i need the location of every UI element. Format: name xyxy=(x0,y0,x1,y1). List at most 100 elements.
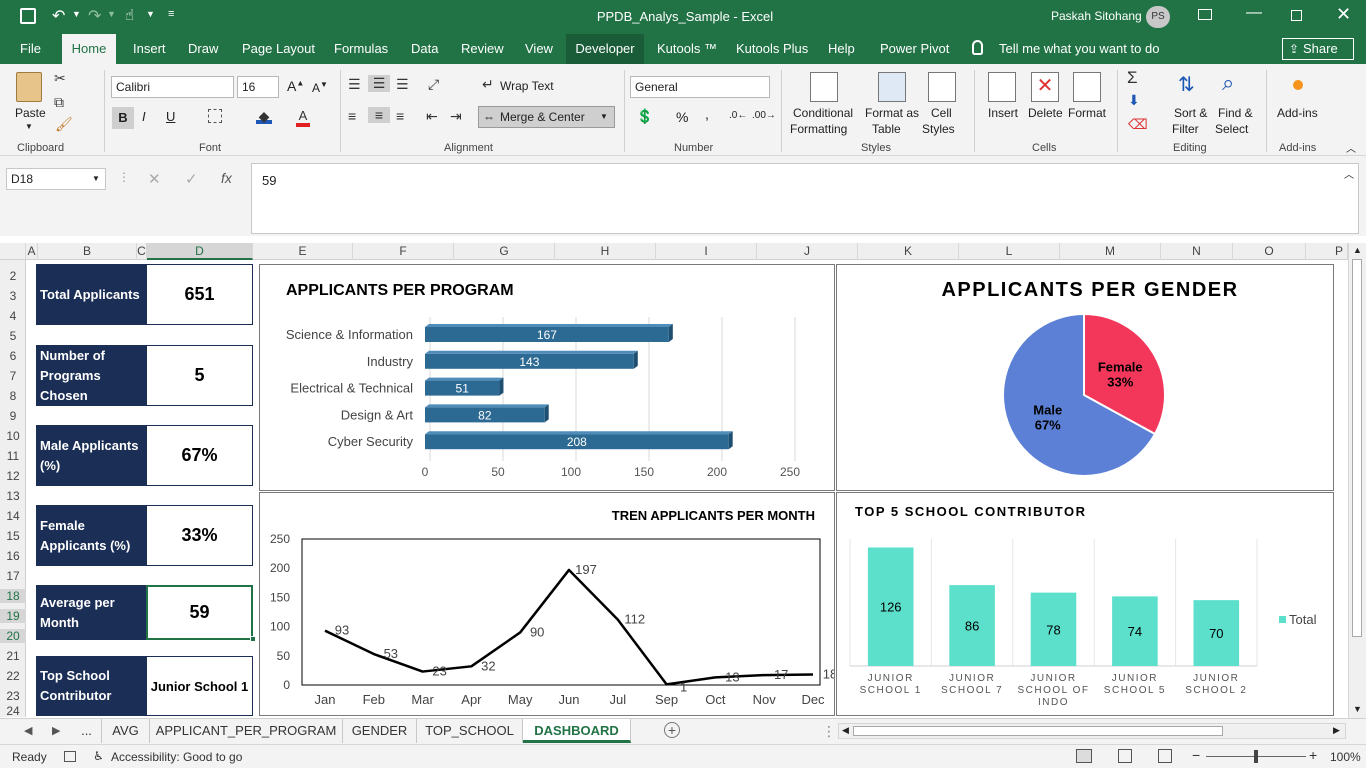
row-header[interactable]: 15 xyxy=(0,529,26,543)
tab-review[interactable]: Review xyxy=(461,34,504,64)
orientation-icon[interactable]: ⤢ xyxy=(428,76,439,93)
row-header[interactable]: 19 xyxy=(0,609,26,623)
merge-center-button[interactable]: ⇔ Merge & Center ▼ xyxy=(478,106,615,128)
tab-home[interactable]: Home xyxy=(62,34,116,64)
column-header[interactable]: N xyxy=(1161,243,1233,260)
kpi-value-total-applicants[interactable]: 651 xyxy=(146,264,253,325)
tab-developer[interactable]: Developer xyxy=(566,34,644,64)
tab-data[interactable]: Data xyxy=(411,34,438,64)
tab-kutools[interactable]: Kutools ™ xyxy=(657,34,717,64)
increase-decimal-icon[interactable]: .0← xyxy=(729,110,747,121)
align-middle-icon[interactable]: ☰ xyxy=(368,75,390,92)
close-icon[interactable]: ✕ xyxy=(1336,4,1351,25)
tab-draw[interactable]: Draw xyxy=(188,34,218,64)
page-layout-view-icon[interactable] xyxy=(1118,749,1132,763)
column-header[interactable]: D xyxy=(147,243,253,260)
tab-power-pivot[interactable]: Power Pivot xyxy=(880,34,949,64)
redo-dropdown-icon[interactable]: ▼ xyxy=(107,9,116,19)
paste-icon[interactable] xyxy=(16,72,42,102)
grow-font-icon[interactable]: A▲ xyxy=(287,78,304,94)
column-header[interactable]: M xyxy=(1060,243,1161,260)
tab-view[interactable]: View xyxy=(525,34,553,64)
borders-icon[interactable] xyxy=(208,109,222,123)
row-header[interactable]: 13 xyxy=(0,489,26,503)
delete-cells-button[interactable]: Delete xyxy=(1028,106,1063,120)
sheet-tab-dashboard[interactable]: DASHBOARD xyxy=(523,719,631,743)
name-box-dropdown-icon[interactable]: ▼ xyxy=(92,174,100,183)
row-header[interactable]: 5 xyxy=(0,329,26,343)
row-header[interactable]: 12 xyxy=(0,469,26,483)
row-header[interactable]: 10 xyxy=(0,429,26,443)
row-header[interactable]: 8 xyxy=(0,389,26,403)
collapse-ribbon-icon[interactable]: ︿ xyxy=(1346,140,1356,155)
wrap-text-button[interactable]: Wrap Text xyxy=(500,79,554,93)
format-as-table-label-1[interactable]: Format as xyxy=(865,106,919,120)
save-icon[interactable] xyxy=(20,8,36,24)
school-chart-panel[interactable]: TOP 5 SCHOOL CONTRIBUTOR 126 JUNIOR SCHOOL … xyxy=(836,492,1334,716)
column-header[interactable]: L xyxy=(959,243,1060,260)
scroll-left-icon[interactable]: ◀ xyxy=(842,725,849,736)
accounting-icon[interactable]: 💲 xyxy=(636,108,653,125)
column-header[interactable]: H xyxy=(555,243,656,260)
cancel-icon[interactable]: ✕ xyxy=(148,170,161,188)
column-header[interactable]: J xyxy=(757,243,858,260)
next-sheet-icon[interactable]: ▶ xyxy=(52,724,60,737)
column-header[interactable]: A xyxy=(26,243,38,260)
addins-button[interactable]: Add-ins xyxy=(1277,106,1318,120)
select-all-corner[interactable] xyxy=(0,243,26,260)
conditional-formatting-label-2[interactable]: Formatting xyxy=(790,122,847,136)
row-header[interactable]: 4 xyxy=(0,309,26,323)
paste-button[interactable]: Paste xyxy=(15,106,46,120)
row-header[interactable]: 3 xyxy=(0,289,26,303)
program-chart-panel[interactable]: APPLICANTS PER PROGRAM 0 50 100 150 200 250 Sci… xyxy=(259,264,835,491)
insert-cells-icon[interactable] xyxy=(988,72,1016,102)
cell-styles-label-1[interactable]: Cell xyxy=(931,106,952,120)
row-header[interactable]: 16 xyxy=(0,549,26,563)
tab-kutools-plus[interactable]: Kutools Plus xyxy=(736,34,808,64)
page-break-view-icon[interactable] xyxy=(1158,749,1172,763)
fill-color-icon[interactable]: ◆ xyxy=(256,108,272,124)
row-header[interactable]: 24 xyxy=(0,704,26,718)
column-header[interactable]: C xyxy=(137,243,147,260)
align-center-icon[interactable]: ≡ xyxy=(368,107,390,123)
column-header[interactable]: P xyxy=(1306,243,1348,260)
prev-sheet-icon[interactable]: ◀ xyxy=(24,724,32,737)
user-name[interactable]: Paskah Sitohang xyxy=(1051,9,1142,23)
undo-dropdown-icon[interactable]: ▼ xyxy=(72,9,81,19)
hscroll-thumb[interactable] xyxy=(853,726,1223,736)
scroll-right-icon[interactable]: ▶ xyxy=(1333,725,1340,736)
row-header[interactable]: 2 xyxy=(0,269,26,283)
row-header[interactable]: 18 xyxy=(0,589,26,603)
sort-filter-label-1[interactable]: Sort & xyxy=(1174,106,1207,120)
format-cells-icon[interactable] xyxy=(1073,72,1101,102)
find-select-label-2[interactable]: Select xyxy=(1215,122,1248,136)
column-header[interactable]: O xyxy=(1233,243,1306,260)
addins-icon[interactable] xyxy=(1293,80,1303,90)
comma-button[interactable]: , xyxy=(705,106,709,122)
zoom-level[interactable]: 100% xyxy=(1330,750,1361,764)
tab-insert[interactable]: Insert xyxy=(133,34,166,64)
scroll-down-icon[interactable]: ▼ xyxy=(1353,704,1362,714)
autosum-icon[interactable]: Σ xyxy=(1127,68,1138,88)
font-size-select[interactable]: 16 xyxy=(237,76,279,98)
customize-qat-icon[interactable]: ≡ xyxy=(168,8,174,20)
macro-record-icon[interactable] xyxy=(64,751,76,762)
find-select-label-1[interactable]: Find & xyxy=(1218,106,1253,120)
zoom-in-icon[interactable]: + xyxy=(1309,747,1317,763)
row-header[interactable]: 20 xyxy=(0,629,26,643)
sheet-tab-more[interactable]: ... xyxy=(72,719,102,743)
align-right-icon[interactable]: ≡ xyxy=(396,108,404,124)
formula-expand-icon[interactable]: ︿ xyxy=(1344,166,1354,181)
row-header[interactable]: 14 xyxy=(0,509,26,523)
row-header[interactable]: 22 xyxy=(0,669,26,683)
format-painter-icon[interactable]: 🖌 xyxy=(55,116,73,133)
paste-dropdown-icon[interactable]: ▼ xyxy=(25,122,33,131)
tell-me-search[interactable]: Tell me what you want to do xyxy=(999,34,1159,64)
touch-mode-icon[interactable]: ☝ xyxy=(125,6,134,24)
sheet-tab-applicant-per-program[interactable]: APPLICANT_PER_PROGRAM xyxy=(150,719,343,743)
redo-icon[interactable]: ↷ xyxy=(88,6,101,26)
undo-icon[interactable]: ↶ xyxy=(52,6,65,26)
font-color-icon[interactable]: A xyxy=(296,108,310,127)
column-header[interactable]: I xyxy=(656,243,757,260)
formula-input[interactable]: 59 ︿ xyxy=(251,163,1359,234)
